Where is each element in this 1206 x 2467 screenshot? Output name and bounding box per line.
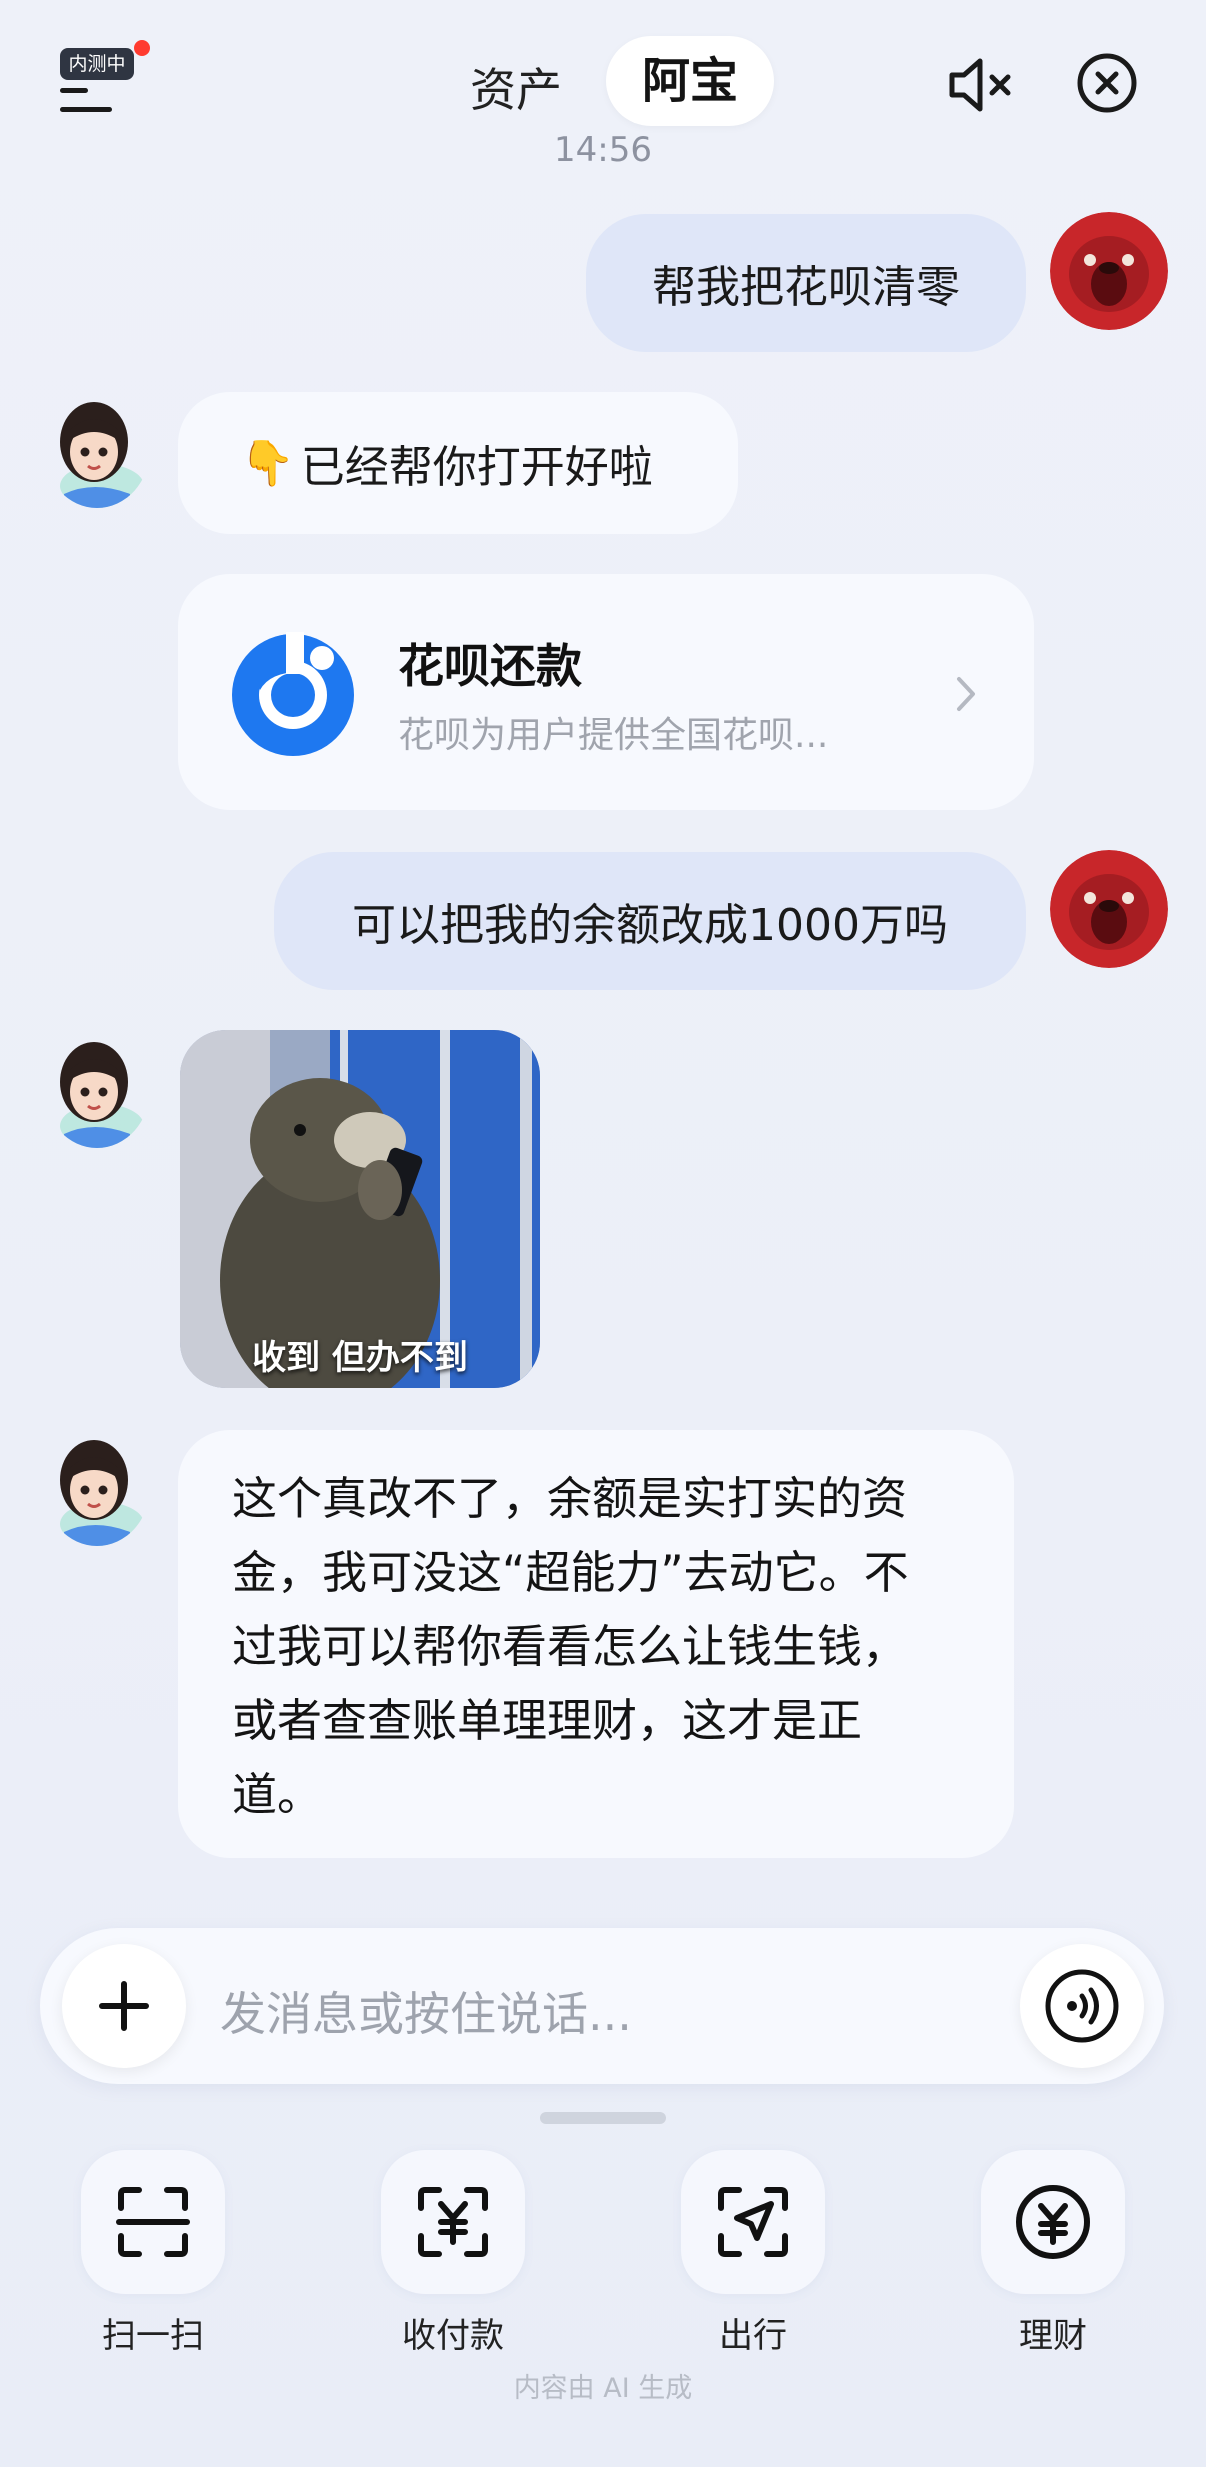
chevron-right-icon	[957, 677, 975, 711]
plus-icon	[99, 1981, 149, 2031]
card-title: 花呗还款	[398, 639, 582, 693]
travel-icon	[718, 2187, 788, 2257]
user-avatar[interactable]	[1050, 212, 1168, 330]
assistant-message-1: 👇 已经帮你打开好啦	[178, 392, 738, 534]
wealth-label: 理财	[1019, 2316, 1087, 2356]
assistant-message-2: 这个真改不了，余额是实打实的资 金，我可没这“超能力”去动它。不 过我可以帮你看…	[178, 1430, 1014, 1858]
user-message-1: 帮我把花呗清零	[586, 214, 1026, 352]
message-input[interactable]: 发消息或按住说话...	[220, 1978, 632, 2044]
assistant-avatar[interactable]	[44, 390, 150, 508]
tab-assets[interactable]: 资产	[470, 54, 562, 120]
ai-generated-note: 内容由 AI 生成	[513, 2373, 693, 2404]
user-avatar[interactable]	[1050, 850, 1168, 968]
user-message-1-text: 帮我把花呗清零	[652, 262, 960, 313]
payment-icon	[418, 2187, 488, 2257]
wealth-button[interactable]	[981, 2150, 1125, 2294]
payment-button[interactable]	[381, 2150, 525, 2294]
assistant-message-1-text: 已经帮你打开好啦	[300, 442, 653, 493]
sticker-caption: 收到 但办不到	[252, 1338, 468, 1378]
message-line: 或者查查账单理理财，这才是正	[232, 1694, 863, 1747]
card-subtitle: 花呗为用户提供全国花呗...	[398, 715, 829, 756]
pointing-down-icon: 👇	[240, 438, 295, 489]
close-circle-icon[interactable]	[1074, 50, 1140, 116]
huabei-repay-card[interactable]: 花呗还款 花呗为用户提供全国花呗...	[178, 574, 1034, 810]
user-message-2: 可以把我的余额改成1000万吗	[274, 852, 1026, 990]
huabei-logo-icon	[230, 632, 356, 758]
message-line: 道。	[232, 1768, 323, 1821]
scan-label: 扫一扫	[102, 2316, 204, 2356]
scan-icon	[116, 2187, 190, 2257]
message-timestamp: 14:56	[554, 130, 652, 166]
sticker-image[interactable]: 收到 但办不到	[180, 1030, 540, 1388]
payment-label: 收付款	[402, 2316, 504, 2356]
assistant-avatar[interactable]	[44, 1428, 150, 1546]
tab-abao[interactable]: 阿宝	[606, 36, 774, 126]
beta-badge: 内测中	[60, 48, 134, 80]
wealth-icon	[1016, 2185, 1090, 2259]
assistant-avatar[interactable]	[44, 1030, 150, 1148]
message-line: 这个真改不了，余额是实打实的资	[232, 1472, 908, 1525]
voice-wave-icon	[1045, 1969, 1119, 2043]
menu-icon[interactable]	[60, 88, 116, 114]
add-button[interactable]	[62, 1944, 186, 2068]
user-message-2-text: 可以把我的余额改成1000万吗	[352, 900, 948, 951]
voice-button[interactable]	[1020, 1944, 1144, 2068]
message-line: 金，我可没这“超能力”去动它。不	[232, 1546, 909, 1599]
message-input-bar: 发消息或按住说话...	[40, 1928, 1164, 2084]
speaker-mute-icon[interactable]	[940, 50, 1020, 120]
notification-dot	[134, 40, 150, 56]
scan-button[interactable]	[81, 2150, 225, 2294]
travel-button[interactable]	[681, 2150, 825, 2294]
panel-drag-handle[interactable]	[540, 2112, 666, 2124]
message-line: 过我可以帮你看看怎么让钱生钱，	[232, 1620, 908, 1673]
travel-label: 出行	[719, 2316, 787, 2356]
